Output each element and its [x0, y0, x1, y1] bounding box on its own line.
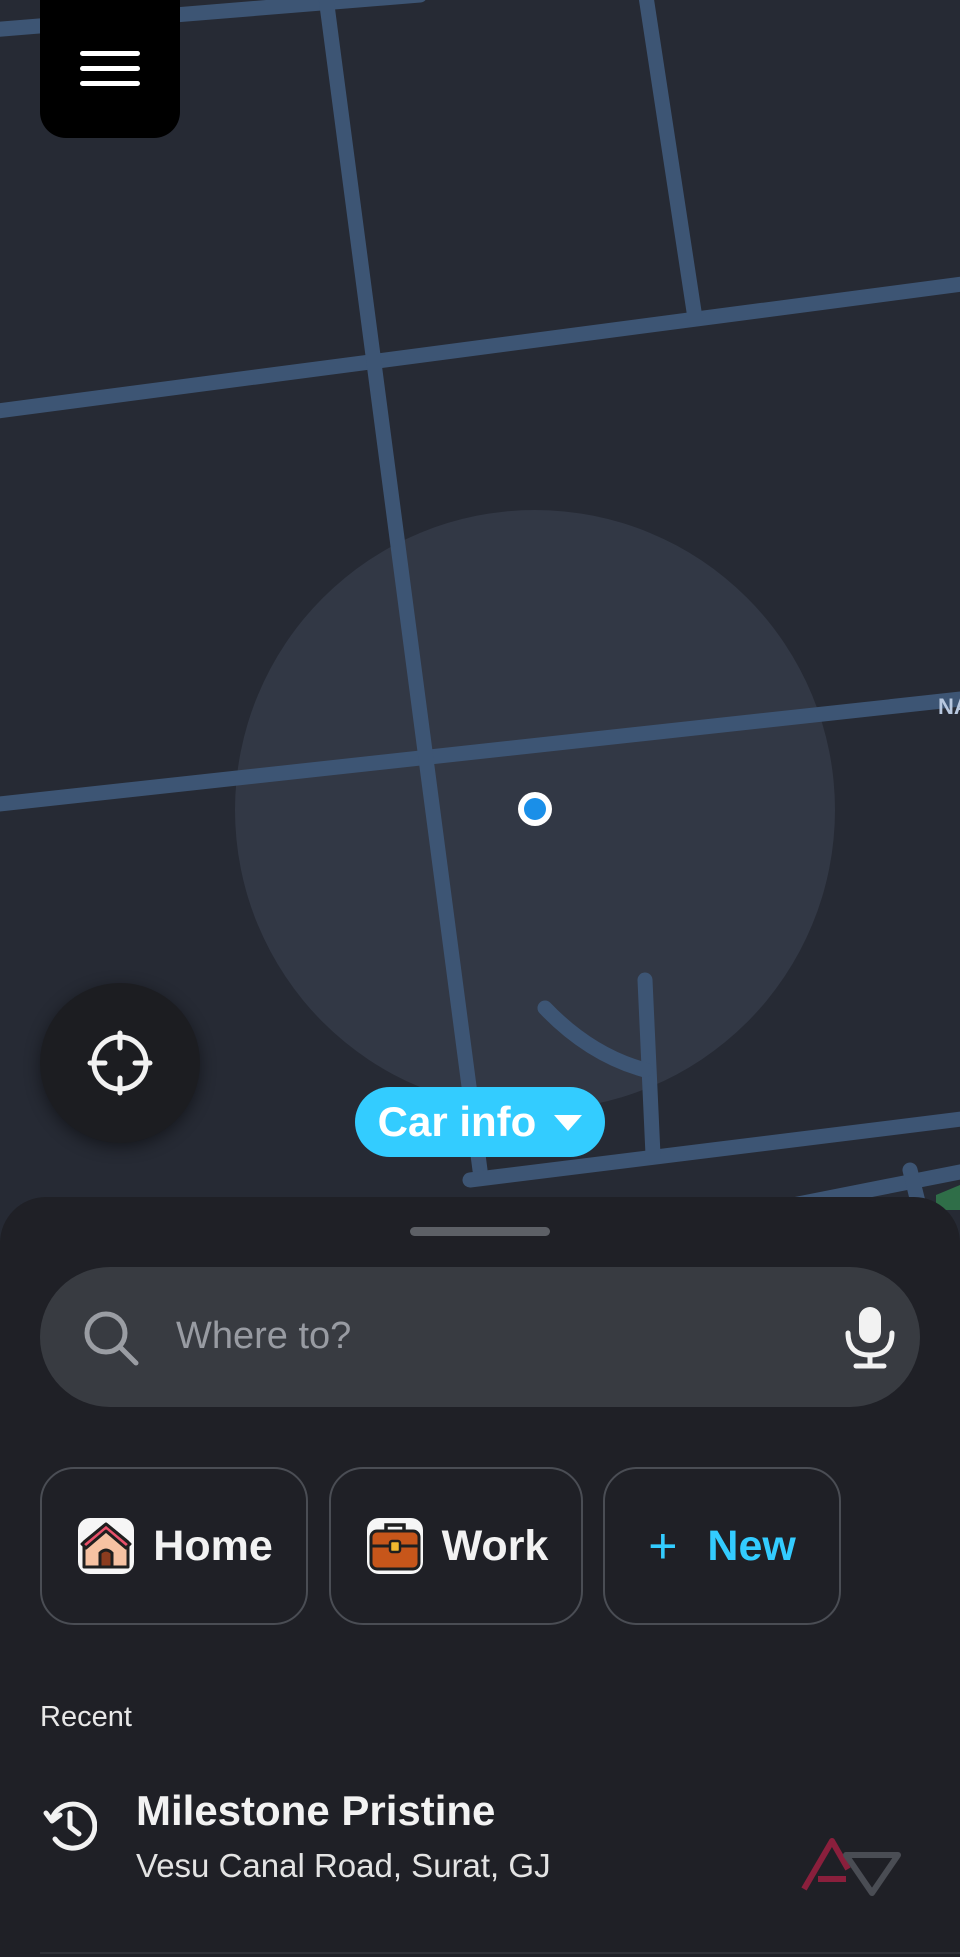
- work-shortcut-button[interactable]: Work: [329, 1467, 583, 1625]
- recent-section-label: Recent: [40, 1701, 132, 1733]
- new-label: New: [707, 1521, 796, 1570]
- history-icon: [43, 1801, 97, 1851]
- street-label: NA: [938, 694, 960, 719]
- briefcase-icon: [366, 1518, 423, 1574]
- menu-button[interactable]: [40, 0, 180, 138]
- new-shortcut-button[interactable]: + New: [603, 1467, 841, 1625]
- caret-down-icon: [554, 1115, 583, 1131]
- search-bar[interactable]: Where to?: [40, 1267, 920, 1407]
- recenter-button[interactable]: [40, 983, 200, 1143]
- search-icon: [84, 1311, 139, 1366]
- microphone-icon[interactable]: [840, 1305, 900, 1369]
- search-placeholder: Where to?: [176, 1315, 352, 1357]
- car-info-label: Car info: [377, 1098, 537, 1145]
- recent-item-address: Vesu Canal Road, Surat, GJ: [136, 1847, 551, 1884]
- home-shortcut-button[interactable]: Home: [40, 1467, 308, 1625]
- drag-handle[interactable]: [410, 1227, 550, 1236]
- watermark-logo: [801, 1838, 901, 1896]
- plus-icon: +: [648, 1518, 678, 1574]
- crosshair-icon: [87, 1030, 153, 1096]
- hamburger-menu-icon: [80, 51, 140, 86]
- car-info-button[interactable]: Car info: [355, 1087, 605, 1157]
- home-label: Home: [153, 1521, 273, 1570]
- work-label: Work: [441, 1521, 549, 1570]
- home-icon: [78, 1518, 135, 1574]
- recent-item-title: Milestone Pristine: [136, 1787, 496, 1834]
- divider: [40, 1952, 960, 1954]
